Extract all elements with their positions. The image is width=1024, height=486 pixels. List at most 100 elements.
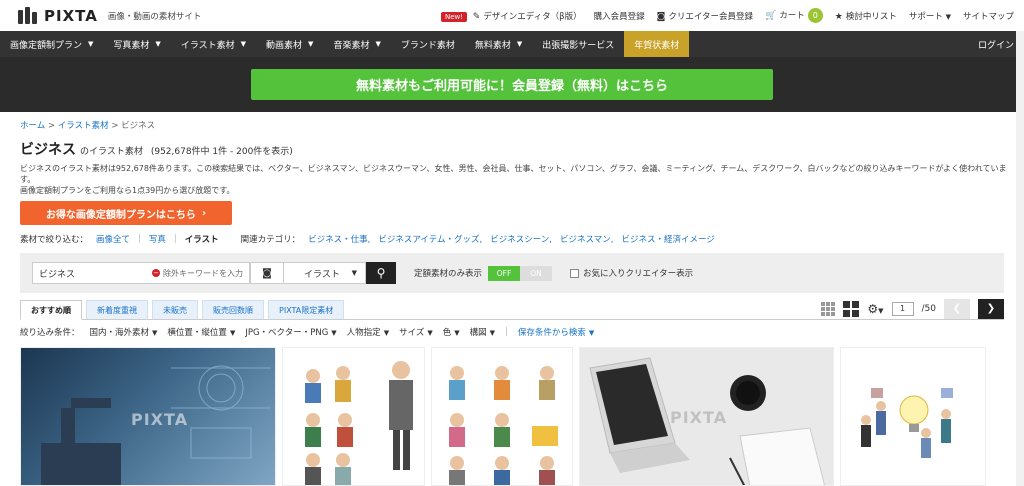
nav-photo-service[interactable]: 出張撮影サービス (532, 31, 624, 57)
condition-label: 色 (442, 328, 452, 338)
edit-icon: ✎ (472, 11, 481, 22)
fav-creator-label: お気に入りクリエイター表示 (583, 269, 694, 279)
nav-illust[interactable]: イラスト素材 ▼ (171, 31, 256, 57)
chevron-down-icon: ▼ (945, 12, 951, 21)
page-total: /50 (921, 303, 936, 314)
checkbox-icon (570, 268, 580, 278)
condition-origin[interactable]: 国内・海外素材 ▼ (90, 326, 158, 338)
related-prefix: 関連カテゴリ： (240, 235, 301, 245)
condition-label: 国内・海外素材 (89, 328, 150, 338)
condition-composition[interactable]: 構図 ▼ (470, 326, 495, 338)
signup-button[interactable]: 無料素材もご利用可能に！会員登録（無料）はこちら (251, 69, 773, 100)
nav-music[interactable]: 音楽素材 ▼ (323, 31, 390, 57)
tab-recommended[interactable]: おすすめ順 (20, 300, 82, 320)
related-link[interactable]: ビジネスシーン, (490, 233, 552, 245)
saved-conditions-link[interactable]: 保存条件から検索 ▼ (518, 326, 594, 338)
chevron-down-icon: ▼ (588, 329, 595, 337)
fixed-only-toggle[interactable]: OFF ON (488, 265, 553, 281)
cart-label: カート (779, 11, 805, 21)
nav-video[interactable]: 動画素材 ▼ (256, 31, 323, 57)
filter-photo[interactable]: 写真 (149, 233, 166, 245)
nav-brand[interactable]: ブランド素材 (391, 31, 465, 57)
result-thumbnail[interactable] (840, 347, 986, 486)
related-link[interactable]: ビジネス・経済イメージ (621, 233, 714, 245)
search-icon: ⚲ (376, 266, 386, 280)
condition-person[interactable]: 人物指定 ▼ (347, 326, 389, 338)
condition-label: サイズ (399, 328, 425, 338)
plan-button[interactable]: お得な画像定額制プランはこちら › (20, 201, 232, 225)
result-thumbnail[interactable] (282, 347, 425, 486)
creator-register-label: クリエイター会員登録 (668, 11, 754, 22)
condition-label: 横位置・縦位置 (167, 328, 227, 338)
nav-free-label: 無料素材 (474, 40, 511, 51)
cart-link[interactable]: 🛒 カート 0 (765, 8, 823, 23)
large-grid-icon[interactable] (843, 300, 860, 317)
breadcrumb: ホーム > イラスト素材 > ビジネス (20, 119, 1004, 131)
small-grid-icon[interactable] (821, 301, 836, 316)
nav-plan[interactable]: 画像定額制プラン ▼ (0, 31, 103, 57)
chevron-down-icon: ▼ (383, 329, 390, 337)
brand-name: PIXTA (44, 6, 98, 25)
condition-orientation[interactable]: 横位置・縦位置 ▼ (167, 326, 235, 338)
creator-register-link[interactable]: ◙ クリエイター会員登録 (657, 10, 753, 22)
fav-creator-checkbox[interactable]: お気に入りクリエイター表示 (570, 267, 693, 279)
condition-size[interactable]: サイズ ▼ (399, 326, 433, 338)
search-button[interactable]: ⚲ (366, 262, 396, 284)
plan-button-label: お得な画像定額制プランはこちら (45, 209, 196, 221)
nav-music-label: 音楽素材 (333, 40, 370, 51)
register-link[interactable]: 購入会員登録 (594, 10, 645, 22)
support-link[interactable]: サポート ▼ (909, 10, 951, 22)
next-page-button[interactable]: ❯ (978, 298, 1004, 319)
result-thumbnail[interactable]: PIXTA (20, 347, 276, 486)
nav-free[interactable]: 無料素材 ▼ (465, 31, 532, 57)
breadcrumb-illust[interactable]: イラスト素材 (58, 121, 109, 131)
watchlist-link[interactable]: ★ 検討中リスト (835, 10, 897, 22)
tab-unsold[interactable]: 未販売 (152, 300, 198, 319)
fixed-only-label: 定額素材のみ表示 (414, 269, 483, 279)
design-editor-link[interactable]: New! ✎ デザインエディタ（β版） (440, 10, 582, 22)
exclude-keyword-input[interactable]: − 除外キーワードを入力 (152, 262, 250, 284)
tab-exclusive[interactable]: PIXTA限定素材 (268, 300, 345, 319)
result-thumbnail[interactable] (431, 347, 573, 486)
watchlist-label: 検討中リスト (845, 11, 897, 22)
camera-search-icon[interactable]: ◙ (250, 262, 284, 284)
breadcrumb-home[interactable]: ホーム (20, 121, 45, 131)
condition-prefix: 絞り込み条件： (20, 328, 80, 338)
nav-newyear[interactable]: 年賀状素材 (624, 31, 690, 57)
cart-count-badge: 0 (807, 8, 823, 23)
related-link[interactable]: ビジネスアイテム・グッズ, (378, 233, 482, 245)
tab-newest[interactable]: 新着度重視 (86, 300, 148, 319)
chevron-down-icon: ▼ (454, 329, 460, 337)
gear-icon[interactable]: ⚙▼ (867, 302, 883, 316)
condition-label: 構図 (469, 328, 487, 338)
top-links: New! ✎ デザインエディタ（β版） 購入会員登録 ◙ クリエイター会員登録 🛒 カ… (440, 8, 1014, 23)
page-title-row: ビジネス のイラスト素材 (952,678件中 1件 - 200件を表示) (20, 139, 1004, 159)
related-link[interactable]: ビジネス・仕事, (308, 233, 370, 245)
result-thumbnail[interactable]: PIXTA (579, 347, 834, 486)
toggle-off-option: OFF (488, 265, 521, 281)
condition-format[interactable]: JPG・ベクター・PNG ▼ (245, 326, 336, 338)
toggle-on-option: ON (520, 265, 553, 281)
page-title-suffix: のイラスト素材 (80, 147, 143, 157)
tab-sales[interactable]: 販売回数順 (202, 300, 264, 319)
filter-all[interactable]: 画像全て (96, 233, 130, 245)
type-select-value: イラスト (304, 269, 340, 280)
nav-photo[interactable]: 写真素材 ▼ (103, 31, 170, 57)
top-header: PIXTA 画像・動画の素材サイト New! ✎ デザインエディタ（β版） 購入会… (0, 0, 1024, 31)
condition-color[interactable]: 色 ▼ (443, 326, 460, 338)
search-input[interactable]: ビジネス (32, 262, 152, 284)
related-link[interactable]: ビジネスマン, (560, 233, 613, 245)
type-select[interactable]: イラスト ▼ (284, 262, 366, 284)
chevron-down-icon: ▼ (375, 40, 381, 48)
sitemap-link[interactable]: サイトマップ (963, 10, 1014, 22)
logo[interactable]: PIXTA (18, 6, 98, 26)
search-panel: ビジネス − 除外キーワードを入力 ◙ イラスト ▼ ⚲ 定額素材のみ表示 OF… (20, 253, 1004, 293)
page-number-input[interactable]: 1 (891, 301, 914, 316)
saved-conditions-label: 保存条件から検索 (517, 328, 586, 338)
scrollbar[interactable] (1016, 31, 1024, 486)
chevron-left-icon: ❮ (952, 303, 962, 314)
prev-page-button[interactable]: ❮ (944, 298, 970, 319)
condition-label: JPG・ベクター・PNG (245, 328, 329, 338)
main-nav: 画像定額制プラン ▼ 写真素材 ▼ イラスト素材 ▼ 動画素材 ▼ 音楽素材 ▼ ブランド… (0, 31, 1024, 57)
filter-prefix: 素材で絞り込む： (20, 235, 89, 245)
